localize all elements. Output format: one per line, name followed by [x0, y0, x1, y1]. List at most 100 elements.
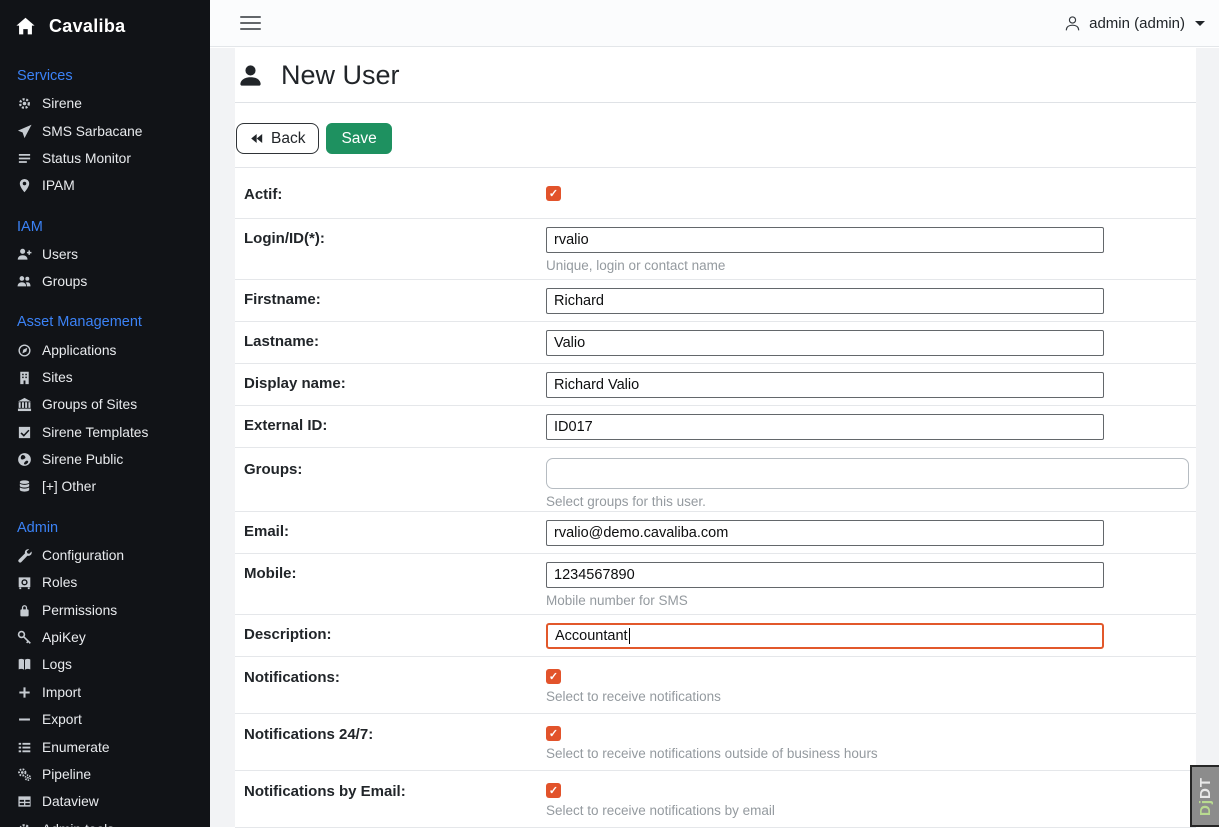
sidebar-item-status-monitor[interactable]: Status Monitor — [0, 145, 210, 172]
sidebar-item-label: Pipeline — [42, 767, 91, 782]
safe-icon — [17, 575, 32, 590]
field-label-firstname: Firstname: — [235, 280, 546, 321]
sidebar-item-pipeline[interactable]: Pipeline — [0, 761, 210, 788]
sidebar-item-label: ApiKey — [42, 630, 86, 645]
field-control: 1234567890Mobile number for SMS — [546, 554, 1196, 614]
sidebar-item-export[interactable]: Export — [0, 706, 210, 733]
notifications-by-email-checkbox[interactable] — [546, 783, 561, 798]
rewind-icon — [250, 132, 263, 145]
back-button[interactable]: Back — [236, 123, 319, 154]
mobile-input[interactable]: 1234567890 — [546, 562, 1104, 588]
sidebar-item-configuration[interactable]: Configuration — [0, 542, 210, 569]
sidebar-item-label: [+] Other — [42, 479, 96, 494]
field-control: Select to receive notifications by email — [546, 771, 1196, 827]
sidebar: Cavaliba ServicesSirene SMS Sarbacane Stat… — [0, 0, 210, 827]
save-button[interactable]: Save — [326, 123, 391, 154]
person-plus-icon — [17, 247, 32, 262]
sidebar-item-sirene[interactable]: Sirene — [0, 90, 210, 117]
gears-icon — [17, 767, 32, 782]
toolbar: Back Save — [235, 103, 1196, 168]
sidebar-item-enumerate[interactable]: Enumerate — [0, 733, 210, 760]
sidebar-item-roles[interactable]: Roles — [0, 569, 210, 596]
form-row-display-name: Display name:Richard Valio — [235, 364, 1196, 406]
sidebar-heading-iam[interactable]: IAM — [0, 214, 210, 241]
field-help-notifications: Select to receive notifications — [546, 689, 1196, 704]
notifications-checkbox[interactable] — [546, 669, 561, 684]
sidebar-item-sites[interactable]: Sites — [0, 364, 210, 391]
login-id-input[interactable]: rvalio — [546, 227, 1104, 253]
sidebar-heading-admin[interactable]: Admin — [0, 515, 210, 542]
geo-pin-icon — [17, 178, 32, 193]
form-row-notifications-24-7: Notifications 24/7:Select to receive not… — [235, 714, 1196, 771]
sidebar-item-label: SMS Sarbacane — [42, 124, 142, 139]
sidebar-item-sms-sarbacane[interactable]: SMS Sarbacane — [0, 117, 210, 144]
menu-toggle-icon[interactable] — [238, 12, 263, 34]
field-help-groups: Select groups for this user. — [546, 494, 1196, 509]
django-debug-toolbar-handle[interactable]: DjDT — [1190, 765, 1219, 827]
sidebar-item-groups-of-sites[interactable]: Groups of Sites — [0, 391, 210, 418]
notifications-24-7-checkbox[interactable] — [546, 726, 561, 741]
sidebar-item-admin-tools[interactable]: Admin tools — [0, 816, 210, 827]
sidebar-item-label: Permissions — [42, 603, 117, 618]
sidebar-item-groups[interactable]: Groups — [0, 268, 210, 295]
building-icon — [17, 370, 32, 385]
page-title: New User — [281, 60, 400, 91]
bank-icon — [17, 397, 32, 412]
description-input[interactable]: Accountant — [546, 623, 1104, 649]
sidebar-section-admin: AdminConfigurationRoles Permissions ApiKey… — [0, 515, 210, 827]
form-row-actif: Actif: — [235, 168, 1196, 219]
field-help-notifications-24-7: Select to receive notifications outside … — [546, 746, 1196, 761]
sidebar-item-label: Export — [42, 712, 82, 727]
field-help-notifications-by-email: Select to receive notifications by email — [546, 803, 1196, 818]
brand[interactable]: Cavaliba — [0, 0, 210, 37]
bars-icon — [17, 151, 32, 166]
gear-icon — [17, 96, 32, 111]
groups-input[interactable] — [546, 458, 1189, 489]
main-card: New User Back Save Actif:Login/ID(*):rva… — [235, 48, 1196, 828]
sidebar-heading-asset-management[interactable]: Asset Management — [0, 309, 210, 336]
table-icon — [17, 794, 32, 809]
sidebar-item-ipam[interactable]: IPAM — [0, 172, 210, 199]
sidebar-heading-services[interactable]: Services — [0, 63, 210, 90]
plus-icon — [17, 685, 32, 700]
sidebar-item-label: Applications — [42, 343, 116, 358]
field-label-mobile: Mobile: — [235, 554, 546, 614]
sidebar-item-sirene-public[interactable]: Sirene Public — [0, 446, 210, 473]
topbar: admin (admin) — [210, 0, 1219, 47]
display-name-input[interactable]: Richard Valio — [546, 372, 1104, 398]
sidebar-item-other[interactable]: [+] Other — [0, 473, 210, 500]
user-menu[interactable]: admin (admin) — [1064, 15, 1209, 32]
sidebar-item-permissions[interactable]: Permissions — [0, 596, 210, 623]
form-row-email: Email:rvalio@demo.cavaliba.com — [235, 512, 1196, 554]
firstname-input[interactable]: Richard — [546, 288, 1104, 314]
field-control: Richard — [546, 280, 1196, 321]
field-label-description: Description: — [235, 615, 546, 656]
field-label-lastname: Lastname: — [235, 322, 546, 363]
sidebar-item-logs[interactable]: Logs — [0, 651, 210, 678]
sidebar-item-users[interactable]: Users — [0, 241, 210, 268]
field-control: rvalio@demo.cavaliba.com — [546, 512, 1196, 553]
check-square-icon — [17, 425, 32, 440]
sidebar-item-apikey[interactable]: ApiKey — [0, 624, 210, 651]
lastname-input[interactable]: Valio — [546, 330, 1104, 356]
sidebar-item-applications[interactable]: Applications — [0, 336, 210, 363]
send-icon — [17, 124, 32, 139]
sidebar-item-import[interactable]: Import — [0, 679, 210, 706]
new-user-form: Actif:Login/ID(*):rvalioUnique, login or… — [235, 168, 1196, 828]
form-row-description: Description:Accountant — [235, 615, 1196, 657]
minus-icon — [17, 712, 32, 727]
field-label-notifications-24-7: Notifications 24/7: — [235, 714, 546, 770]
sidebar-section-services: ServicesSirene SMS Sarbacane Status Monito… — [0, 63, 210, 200]
external-id-input[interactable]: ID017 — [546, 414, 1104, 440]
actif-checkbox[interactable] — [546, 186, 561, 201]
field-control: Select groups for this user. — [546, 448, 1196, 511]
field-control: rvalioUnique, login or contact name — [546, 219, 1196, 279]
person-icon — [1064, 15, 1081, 32]
field-label-groups: Groups: — [235, 448, 546, 511]
sidebar-item-sirene-templates[interactable]: Sirene Templates — [0, 419, 210, 446]
sidebar-item-dataview[interactable]: Dataview — [0, 788, 210, 815]
sidebar-item-label: Status Monitor — [42, 151, 131, 166]
field-label-display-name: Display name: — [235, 364, 546, 405]
sidebar-item-label: Dataview — [42, 794, 99, 809]
email-input[interactable]: rvalio@demo.cavaliba.com — [546, 520, 1104, 546]
